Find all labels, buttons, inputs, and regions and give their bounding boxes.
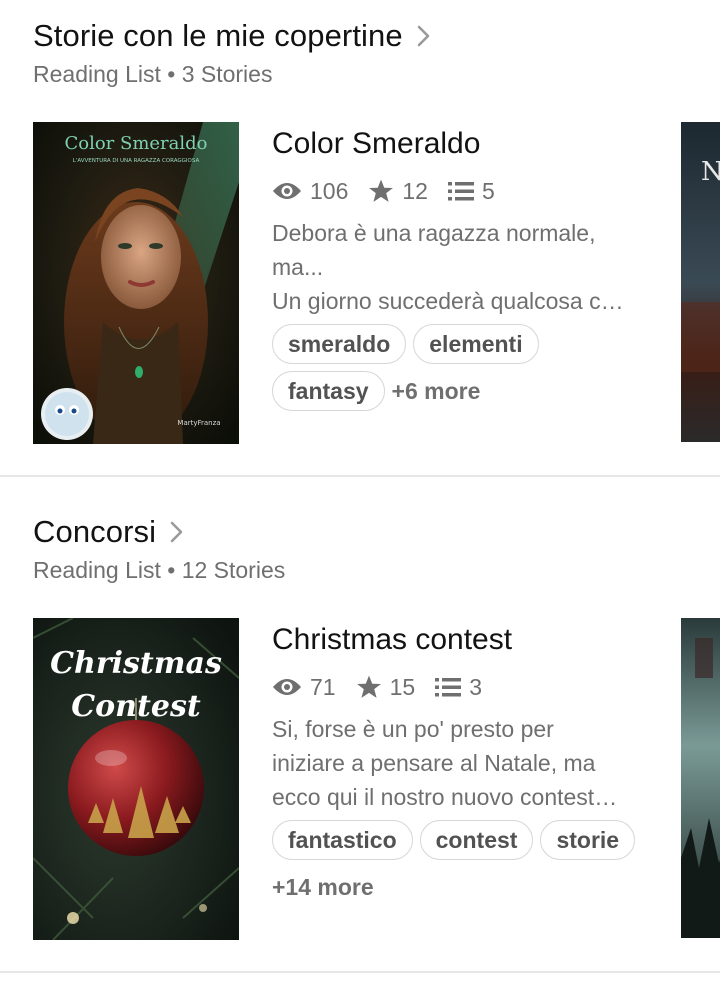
description-line: ma... xyxy=(272,254,324,280)
chevron-right-icon xyxy=(170,521,183,543)
cover-title-line2: Contest xyxy=(71,689,201,724)
reading-list-meta: Reading List • 3 Stories xyxy=(33,61,273,87)
description-line: Debora è una ragazza normale, xyxy=(272,220,596,246)
reading-list-header[interactable]: Storie con le mie copertine xyxy=(33,18,431,54)
votes-count: 15 xyxy=(389,673,416,700)
description-line: ecco qui il nostro nuovo contest… xyxy=(272,784,618,810)
tag-chip[interactable]: storie xyxy=(540,820,636,860)
tag-chip[interactable]: fantasy xyxy=(272,371,385,411)
reading-list-header[interactable]: Concorsi xyxy=(33,514,184,550)
star-icon xyxy=(369,179,394,202)
votes-count: 12 xyxy=(402,177,428,204)
chevron-right-icon xyxy=(417,25,430,47)
story-description: Si, forse è un po' presto per iniziare a… xyxy=(272,712,652,814)
more-tags-link[interactable]: +14 more xyxy=(272,867,374,907)
description-line: Un giorno succederà qualcosa c… xyxy=(272,288,624,314)
eye-icon xyxy=(273,679,301,695)
cover-subtitle-text: L'AVVENTURA DI UNA RAGAZZA CORAGGIOSA xyxy=(73,158,200,164)
parts-count: 5 xyxy=(481,177,495,204)
story-tags: fantastico contest storie +14 more xyxy=(272,820,652,907)
story-cover[interactable]: Christmas Contest xyxy=(33,618,239,940)
cover-title-text: Color Smeraldo xyxy=(64,133,207,154)
tag-chip[interactable]: contest xyxy=(419,820,534,860)
tag-chip[interactable]: fantastico xyxy=(272,820,413,860)
reading-list-title: Concorsi xyxy=(33,514,157,549)
description-line: iniziare a pensare al Natale, ma xyxy=(272,750,596,776)
cover-image xyxy=(681,618,720,938)
cover-title-line1: Christmas xyxy=(50,646,222,681)
peek-cover-text: N xyxy=(701,157,720,187)
cover-image: Color Smeraldo L'AVVENTURA DI UNA RAGAZZ… xyxy=(33,122,239,444)
story-info: Christmas contest 71 15 3 Si, forse è un… xyxy=(272,620,652,907)
reading-list-section: Storie con le mie copertine Reading List… xyxy=(0,0,720,477)
reading-list-section: Concorsi Reading List • 12 Stories Chris… xyxy=(0,478,720,973)
story-info: Color Smeraldo 106 12 5 Debora è una rag… xyxy=(272,124,652,411)
next-story-cover[interactable]: N xyxy=(681,122,720,442)
story-stats: 106 12 5 xyxy=(272,176,652,206)
cover-author-text: MartyFranza xyxy=(177,419,220,427)
votes-stat: 15 xyxy=(356,673,416,701)
star-icon xyxy=(356,675,381,698)
reads-stat: 71 xyxy=(272,674,336,701)
reading-list-meta: Reading List • 12 Stories xyxy=(33,557,286,583)
description-line: Si, forse è un po' presto per xyxy=(272,716,554,742)
story-tags: smeraldo elementi fantasy +6 more xyxy=(272,324,652,411)
story-title[interactable]: Color Smeraldo xyxy=(272,124,652,164)
list-icon xyxy=(447,182,474,201)
tag-chip[interactable]: elementi xyxy=(413,324,539,364)
reads-count: 71 xyxy=(310,673,336,700)
story-title[interactable]: Christmas contest xyxy=(272,620,652,660)
parts-count: 3 xyxy=(469,673,482,700)
story-stats: 71 15 3 xyxy=(272,672,652,702)
next-story-cover[interactable] xyxy=(681,618,720,938)
list-icon xyxy=(435,678,462,697)
story-cover[interactable]: Color Smeraldo L'AVVENTURA DI UNA RAGAZZ… xyxy=(33,122,239,444)
reads-stat: 106 xyxy=(272,178,348,205)
cover-image: Christmas Contest xyxy=(33,618,239,940)
tag-chip[interactable]: smeraldo xyxy=(272,324,407,364)
parts-stat: 3 xyxy=(435,674,482,701)
story-description: Debora è una ragazza normale, ma... Un g… xyxy=(272,216,652,318)
votes-stat: 12 xyxy=(368,178,428,205)
more-tags-link[interactable]: +6 more xyxy=(392,371,481,411)
reading-list-title: Storie con le mie copertine xyxy=(33,18,403,53)
eye-icon xyxy=(273,183,301,199)
parts-stat: 5 xyxy=(447,177,495,205)
cover-image: N xyxy=(681,122,720,442)
reads-count: 106 xyxy=(310,177,349,204)
